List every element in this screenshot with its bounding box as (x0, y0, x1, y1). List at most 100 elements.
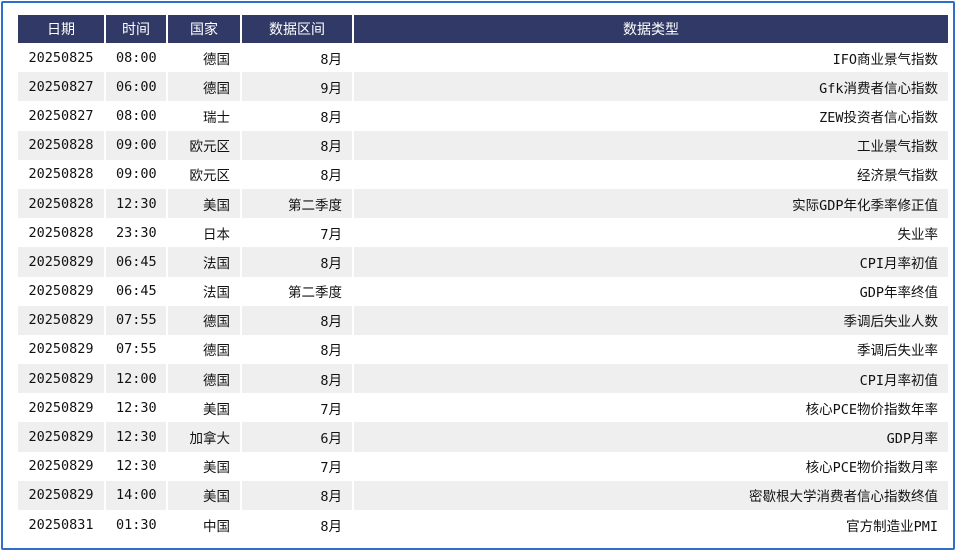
cell-date: 20250827 (18, 72, 104, 102)
table-row: 20250828 09:00 欧元区 8月 经济景气指数 (18, 160, 948, 189)
cell-period: 7月 (320, 226, 342, 243)
cell-country: 德国 (203, 343, 230, 360)
table-row: 20250829 06:45 法国 第二季度 GDP年率终值 (18, 277, 948, 306)
cell-time: 06:00 (106, 72, 166, 102)
cell-time: 08:00 (116, 49, 157, 66)
cell-country: 美国 (203, 401, 230, 418)
cell-country: 美国 (168, 188, 240, 219)
cell-country: 德国 (168, 364, 240, 394)
cell-period: 8月 (242, 305, 352, 335)
cell-period: 8月 (320, 518, 342, 535)
cell-period: 7月 (320, 460, 342, 477)
cell-date: 20250829 (18, 480, 104, 510)
table-row: 20250829 12:30 美国 7月 核心PCE物价指数月率 (18, 452, 948, 481)
cell-period: 8月 (320, 109, 342, 126)
cell-date: 20250829 (18, 422, 104, 452)
cell-period: 8月 (320, 343, 342, 360)
cell-country: 中国 (203, 518, 230, 535)
header-date: 日期 (18, 15, 104, 43)
table-row: 20250828 09:00 欧元区 8月 工业景气指数 (18, 130, 948, 160)
cell-data-type: 失业率 (897, 226, 939, 243)
cell-date: 20250829 (28, 341, 94, 358)
cell-period: 8月 (242, 480, 352, 510)
cell-time: 01:30 (116, 516, 157, 533)
cell-date: 20250829 (28, 458, 94, 475)
cell-date: 20250828 (18, 188, 104, 219)
cell-data-type: 核心PCE物价指数月率 (805, 460, 938, 477)
cell-data-type: 工业景气指数 (354, 130, 948, 160)
cell-time: 09:00 (106, 130, 166, 160)
cell-period: 8月 (320, 51, 342, 68)
cell-time: 07:55 (106, 305, 166, 335)
cell-data-type: ZEW投资者信心指数 (819, 109, 938, 126)
cell-country: 德国 (168, 305, 240, 335)
cell-date: 20250829 (18, 305, 104, 335)
cell-time: 06:45 (106, 247, 166, 277)
cell-data-type: CPI月率初值 (354, 247, 948, 277)
cell-time: 12:30 (116, 399, 157, 416)
cell-period: 9月 (242, 72, 352, 102)
cell-country: 法国 (168, 247, 240, 277)
cell-time: 12:00 (106, 364, 166, 394)
cell-data-type: 实际GDP年化季率修正值 (354, 188, 948, 219)
cell-data-type: 核心PCE物价指数年率 (805, 401, 938, 418)
cell-period: 第二季度 (288, 285, 342, 302)
cell-country: 法国 (203, 285, 230, 302)
header-time: 时间 (106, 15, 166, 43)
cell-data-type: GDP月率 (354, 422, 948, 452)
table-row: 20250829 14:00 美国 8月 密歇根大学消费者信心指数终值 (18, 480, 948, 510)
table-row: 20250828 23:30 日本 7月 失业率 (18, 218, 948, 247)
cell-period: 8月 (320, 168, 342, 185)
cell-data-type: GDP年率终值 (859, 285, 938, 302)
header-country: 国家 (168, 15, 240, 43)
cell-country: 德国 (168, 72, 240, 102)
table-row: 20250829 12:00 德国 8月 CPI月率初值 (18, 364, 948, 394)
cell-period: 8月 (242, 364, 352, 394)
cell-country: 瑞士 (203, 109, 230, 126)
economic-calendar-table: 日期 时间 国家 数据区间 数据类型 20250825 08:00 德国 8月 IFO商… (16, 15, 950, 539)
cell-time: 14:00 (106, 480, 166, 510)
cell-time: 09:00 (116, 166, 157, 183)
table-row: 20250828 12:30 美国 第二季度 实际GDP年化季率修正值 (18, 188, 948, 219)
cell-time: 12:30 (106, 422, 166, 452)
cell-time: 12:30 (116, 458, 157, 475)
cell-date: 20250829 (28, 399, 94, 416)
table-row: 20250825 08:00 德国 8月 IFO商业景气指数 (18, 43, 948, 72)
cell-country: 欧元区 (189, 168, 231, 185)
cell-country: 美国 (168, 480, 240, 510)
cell-period: 8月 (242, 247, 352, 277)
table-row: 20250829 07:55 德国 8月 季调后失业人数 (18, 305, 948, 335)
cell-date: 20250831 (28, 516, 94, 533)
cell-period: 7月 (320, 401, 342, 418)
cell-date: 20250829 (28, 283, 94, 300)
table-row: 20250829 12:30 加拿大 6月 GDP月率 (18, 422, 948, 452)
cell-country: 加拿大 (168, 422, 240, 452)
cell-time: 12:30 (106, 188, 166, 219)
table-row: 20250827 06:00 德国 9月 Gfk消费者信心指数 (18, 72, 948, 102)
cell-date: 20250827 (28, 107, 94, 124)
cell-date: 20250828 (28, 166, 94, 183)
table-row: 20250829 06:45 法国 8月 CPI月率初值 (18, 247, 948, 277)
table-row: 20250831 01:30 中国 8月 官方制造业PMI (18, 510, 948, 539)
cell-time: 08:00 (116, 107, 157, 124)
table-row: 20250829 07:55 德国 8月 季调后失业率 (18, 335, 948, 364)
cell-data-type: 密歇根大学消费者信心指数终值 (354, 480, 948, 510)
cell-country: 日本 (203, 226, 230, 243)
cell-period: 6月 (242, 422, 352, 452)
table-body: 20250825 08:00 德国 8月 IFO商业景气指数 20250827 06:00 德… (18, 43, 948, 539)
cell-date: 20250828 (18, 130, 104, 160)
cell-data-type: CPI月率初值 (354, 364, 948, 394)
cell-data-type: 经济景气指数 (857, 168, 938, 185)
table-frame: 日期 时间 国家 数据区间 数据类型 20250825 08:00 德国 8月 IFO商… (1, 1, 955, 550)
table-row: 20250829 12:30 美国 7月 核心PCE物价指数年率 (18, 393, 948, 422)
cell-date: 20250829 (18, 247, 104, 277)
cell-time: 23:30 (116, 224, 157, 241)
cell-date: 20250825 (28, 49, 94, 66)
cell-period: 8月 (242, 130, 352, 160)
cell-data-type: 官方制造业PMI (846, 518, 938, 535)
cell-country: 德国 (203, 51, 230, 68)
cell-country: 欧元区 (168, 130, 240, 160)
cell-date: 20250829 (18, 364, 104, 394)
table-row: 20250827 08:00 瑞士 8月 ZEW投资者信心指数 (18, 101, 948, 130)
cell-time: 06:45 (116, 283, 157, 300)
